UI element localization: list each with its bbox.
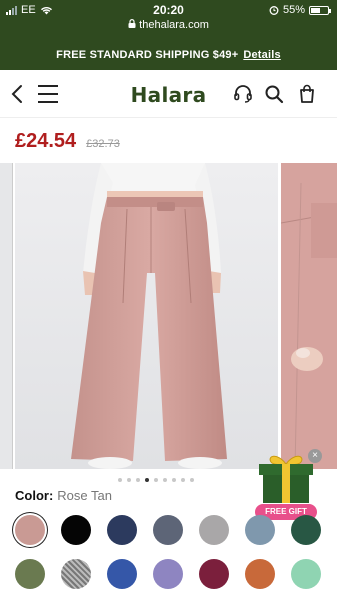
site-header: Halara	[0, 70, 337, 118]
color-swatch-royal-blue[interactable]	[107, 559, 137, 589]
product-photo	[15, 163, 278, 469]
shipping-details-link[interactable]: Details	[243, 49, 280, 61]
sale-price: £24.54	[15, 130, 77, 152]
search-icon[interactable]	[264, 84, 284, 104]
color-swatch-olive[interactable]	[15, 559, 45, 589]
color-label-title: Color:	[15, 488, 54, 503]
gift-box-icon	[259, 455, 313, 503]
status-right: 55%	[269, 4, 331, 16]
color-swatch-black[interactable]	[61, 515, 91, 545]
battery-percent: 55%	[282, 4, 305, 16]
price-row: £24.54 £32.73	[15, 130, 120, 153]
gallery-dot[interactable]	[118, 478, 122, 482]
shopping-bag-icon[interactable]	[297, 84, 317, 104]
color-swatch-light-grey[interactable]	[199, 515, 229, 545]
gallery-next-slide[interactable]	[281, 163, 337, 469]
free-gift-widget[interactable]: FREE GIFT	[253, 452, 319, 522]
original-price: £32.73	[86, 138, 120, 150]
color-swatch-blue-grey[interactable]	[245, 515, 275, 545]
gallery-dot[interactable]	[154, 478, 158, 482]
lock-icon	[128, 19, 136, 28]
gallery-dot[interactable]	[145, 478, 149, 482]
selected-color-name: Rose Tan	[57, 488, 112, 503]
shipping-text: FREE STANDARD SHIPPING $49+	[56, 49, 239, 61]
gallery-dot[interactable]	[163, 478, 167, 482]
url-text: thehalara.com	[139, 19, 209, 31]
color-swatch-navy[interactable]	[107, 515, 137, 545]
color-swatch-dark-green[interactable]	[291, 515, 321, 545]
gallery-main-image[interactable]	[15, 163, 278, 469]
gallery-dot[interactable]	[172, 478, 176, 482]
color-swatch-rose-tan[interactable]	[15, 515, 45, 545]
fabric-closeup-photo	[281, 163, 337, 469]
color-swatch-tweed[interactable]	[61, 559, 91, 589]
gallery-prev-slide[interactable]	[0, 163, 13, 469]
color-swatch-orange[interactable]	[245, 559, 275, 589]
shipping-banner: FREE STANDARD SHIPPING $49+ Details	[0, 40, 337, 70]
gallery-dot[interactable]	[181, 478, 185, 482]
gallery-dot[interactable]	[136, 478, 140, 482]
color-swatch-slate[interactable]	[153, 515, 183, 545]
gallery-dot[interactable]	[127, 478, 131, 482]
alarm-icon	[269, 6, 279, 15]
gallery-dot[interactable]	[190, 478, 194, 482]
color-label: Color: Rose Tan	[15, 488, 112, 503]
gallery-pagination	[118, 478, 194, 482]
color-swatch-lavender[interactable]	[153, 559, 183, 589]
status-bar: EE 20:20 thehalara.com 55%	[0, 0, 337, 40]
color-swatch-burgundy[interactable]	[199, 559, 229, 589]
battery-icon	[309, 5, 331, 15]
product-gallery[interactable]	[0, 163, 337, 469]
color-swatch-mint[interactable]	[291, 559, 321, 589]
brand-logo[interactable]: Halara	[0, 83, 337, 107]
url-bar[interactable]: thehalara.com	[0, 19, 337, 31]
headset-icon[interactable]	[233, 84, 253, 104]
